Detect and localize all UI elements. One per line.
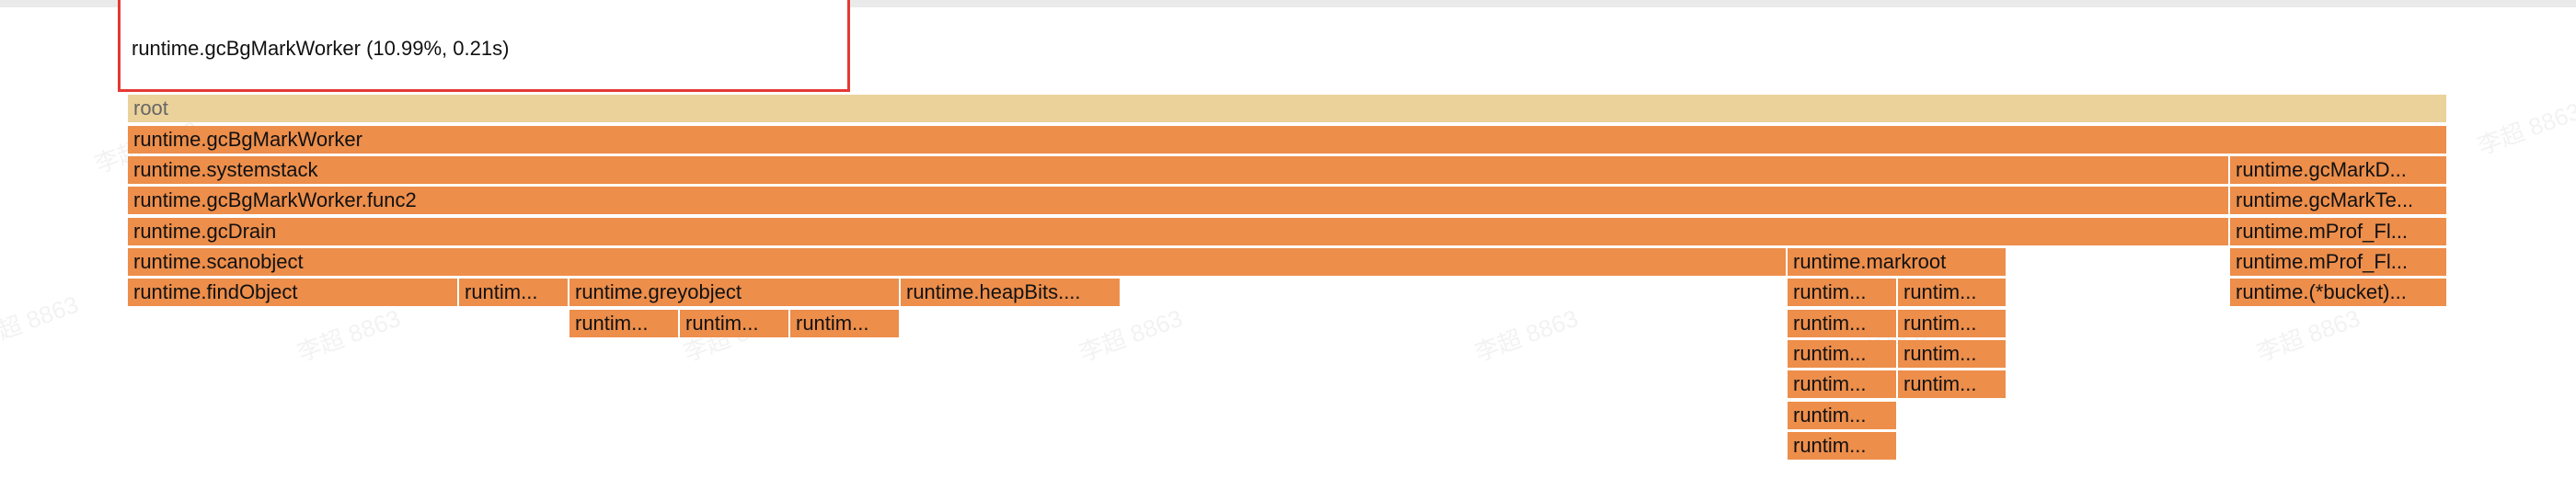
frame-runtim-a[interactable]: runtim...: [459, 279, 569, 306]
frame-markroot-child-l2[interactable]: runtim...: [1788, 310, 1898, 337]
frame-findObject[interactable]: runtime.findObject: [128, 279, 459, 306]
frame-gcMarkDone[interactable]: runtime.gcMarkD...: [2230, 156, 2448, 184]
frame-gcBgMarkWorker[interactable]: runtime.gcBgMarkWorker: [128, 126, 2448, 154]
frame-markroot-child-l3[interactable]: runtim...: [1788, 340, 1898, 368]
frame-markroot-child-r2[interactable]: runtim...: [1898, 310, 2007, 337]
frame-gcDrain[interactable]: runtime.gcDrain: [128, 218, 2230, 245]
frame-markroot-child-l5[interactable]: runtim...: [1788, 402, 1898, 429]
frame-systemstack[interactable]: runtime.systemstack: [128, 156, 2230, 184]
frame-markroot-child-r1[interactable]: runtim...: [1898, 279, 2007, 306]
frame-tooltip: runtime.gcBgMarkWorker (10.99%, 0.21s): [118, 0, 850, 92]
frame-heapBits[interactable]: runtime.heapBits....: [901, 279, 1121, 306]
frame-markroot-child-r4[interactable]: runtim...: [1898, 370, 2007, 398]
frame-markroot-child-l1[interactable]: runtim...: [1788, 279, 1898, 306]
frame-markroot[interactable]: runtime.markroot: [1788, 248, 2007, 276]
watermark: 李超 8863: [293, 303, 405, 368]
frame-greyobject[interactable]: runtime.greyobject: [569, 279, 901, 306]
frame-markroot-child-l4[interactable]: runtim...: [1788, 370, 1898, 398]
watermark: 李超 8863: [2473, 97, 2576, 161]
frame-bucket[interactable]: runtime.(*bucket)...: [2230, 279, 2448, 306]
frame-markroot-child-l6[interactable]: runtim...: [1788, 432, 1898, 460]
frame-gcMarkTermination[interactable]: runtime.gcMarkTe...: [2230, 187, 2448, 214]
watermark: 李超 8863: [2252, 303, 2364, 368]
watermark: 李超 8863: [1470, 303, 1582, 368]
frame-runtim-d[interactable]: runtim...: [790, 310, 901, 337]
watermark: 李超 8863: [1075, 303, 1187, 368]
frame-mProf-Flush-2[interactable]: runtime.mProf_Fl...: [2230, 248, 2448, 276]
frame-runtim-b[interactable]: runtim...: [569, 310, 680, 337]
frame-root[interactable]: root: [128, 95, 2448, 122]
watermark: 李超 8863: [0, 290, 83, 354]
frame-mProf-Flush-1[interactable]: runtime.mProf_Fl...: [2230, 218, 2448, 245]
tooltip-text: runtime.gcBgMarkWorker (10.99%, 0.21s): [132, 37, 510, 60]
frame-scanobject[interactable]: runtime.scanobject: [128, 248, 1788, 276]
frame-runtim-c[interactable]: runtim...: [680, 310, 790, 337]
frame-gcBgMarkWorker-func2[interactable]: runtime.gcBgMarkWorker.func2: [128, 187, 2230, 214]
frame-markroot-child-r3[interactable]: runtim...: [1898, 340, 2007, 368]
